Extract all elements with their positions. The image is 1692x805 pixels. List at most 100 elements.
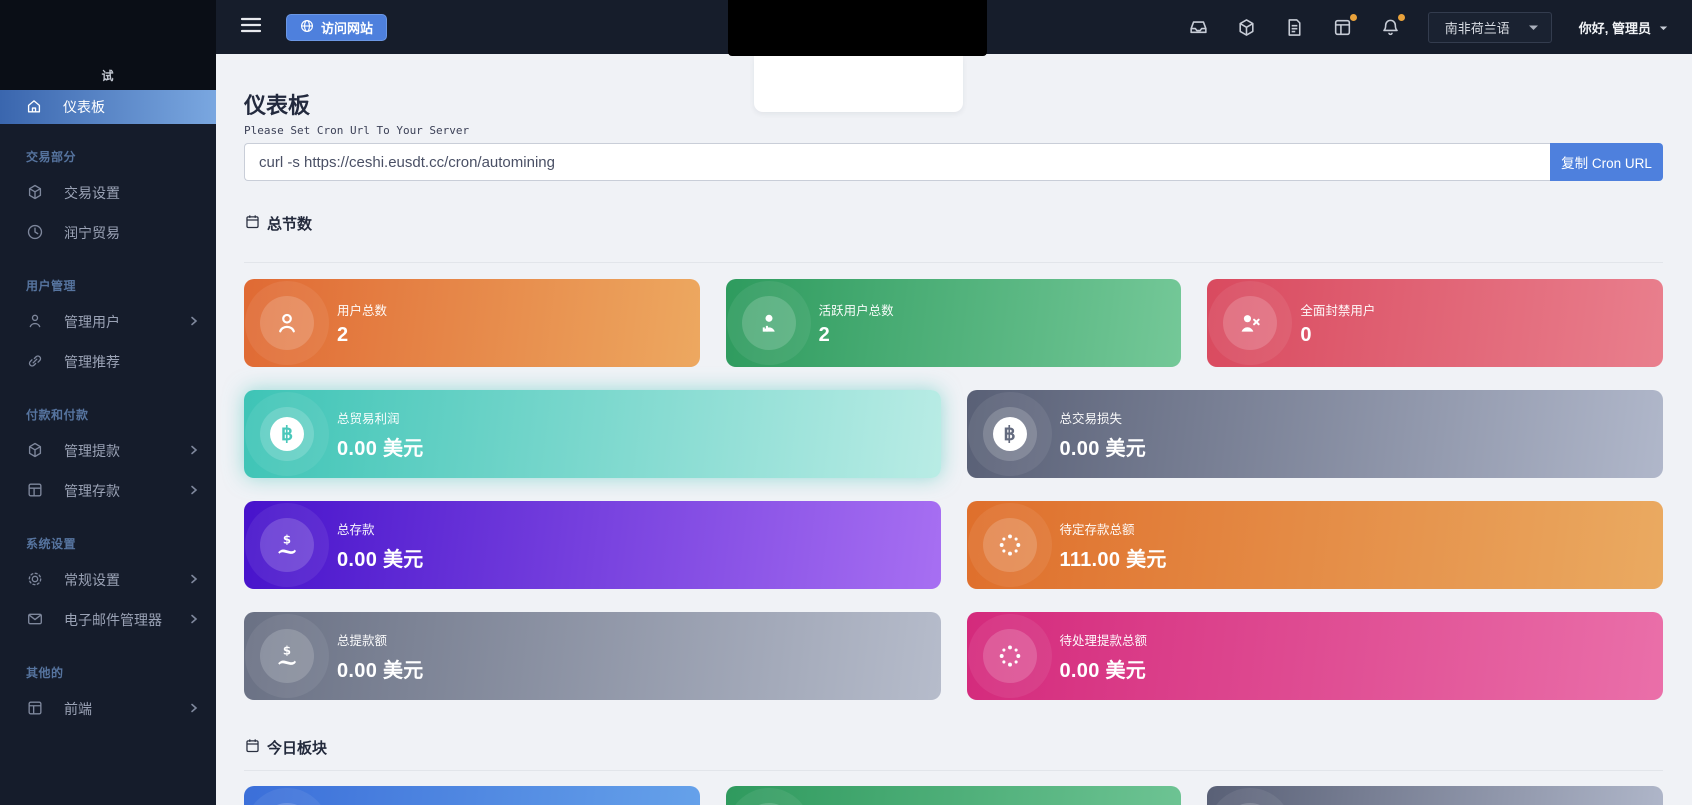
copy-cron-url-button[interactable]: 复制 Cron URL bbox=[1550, 143, 1663, 181]
stat-card-total-users: 用户总数 2 bbox=[244, 279, 700, 367]
today-stats-row bbox=[244, 786, 1663, 805]
hand-dollar-icon: $ bbox=[260, 518, 314, 572]
stat-value: 2 bbox=[819, 324, 894, 347]
sidebar-item-label: 仪表板 bbox=[63, 97, 105, 117]
section-title: 总节数 bbox=[267, 213, 312, 234]
chevron-down-icon bbox=[1528, 20, 1539, 35]
stat-value: 0.00 美元 bbox=[1060, 432, 1147, 461]
stat-value: 111.00 美元 bbox=[1060, 543, 1167, 572]
mail-icon bbox=[26, 610, 44, 631]
stat-value: 2 bbox=[337, 324, 387, 347]
home-icon bbox=[25, 97, 43, 118]
sidebar-item-trade-settings[interactable]: 交易设置 bbox=[0, 173, 216, 213]
bell-icon[interactable] bbox=[1380, 17, 1401, 38]
frontend-sections-icon[interactable] bbox=[1332, 17, 1353, 38]
section-header-totals: 总节数 bbox=[244, 214, 1663, 232]
stat-value: 0.00 美元 bbox=[337, 432, 424, 461]
chevron-right-icon bbox=[188, 314, 200, 330]
stat-label: 总交易损失 bbox=[1060, 408, 1147, 427]
sidebar-section-trading: 交易部分 bbox=[0, 148, 216, 163]
section-header-today: 今日板块 bbox=[244, 738, 1663, 756]
sidebar-item-label: 管理提款 bbox=[64, 441, 168, 461]
sidebar-item-label: 润宁贸易 bbox=[64, 223, 200, 243]
stat-label: 总贸易利润 bbox=[337, 408, 424, 427]
sidebar-item-manage-users[interactable]: 管理用户 bbox=[0, 302, 216, 342]
language-selector[interactable]: 南非荷兰语 bbox=[1428, 12, 1552, 43]
stat-label: 待处理提款总额 bbox=[1060, 630, 1148, 649]
table-icon bbox=[26, 481, 44, 502]
gear-icon bbox=[26, 570, 44, 591]
today-card-3 bbox=[1207, 786, 1663, 805]
stats-row-1: 用户总数 2 活跃用户总数 2 全面封禁用户 0 bbox=[244, 279, 1663, 367]
chevron-down-icon bbox=[1659, 20, 1668, 35]
sidebar-item-label: 管理存款 bbox=[64, 481, 168, 501]
stat-label: 活跃用户总数 bbox=[819, 300, 894, 319]
today-card-1 bbox=[244, 786, 700, 805]
today-card-2 bbox=[726, 786, 1182, 805]
hamburger-menu-icon[interactable] bbox=[240, 17, 262, 38]
spinner-icon bbox=[983, 629, 1037, 683]
sidebar-item-label: 前端 bbox=[64, 699, 168, 719]
user-active-icon bbox=[742, 296, 796, 350]
sidebar-item-trading[interactable]: 润宁贸易 bbox=[0, 213, 216, 253]
sidebar-item-manage-deposits[interactable]: 管理存款 bbox=[0, 471, 216, 511]
stat-card-pending-deposits: 待定存款总额 111.00 美元 bbox=[967, 501, 1664, 589]
stat-card-total-withdrawals: $ 总提款额 0.00 美元 bbox=[244, 612, 941, 700]
stat-card-active-users: 活跃用户总数 2 bbox=[726, 279, 1182, 367]
sidebar-item-dashboard[interactable]: 仪表板 bbox=[0, 90, 216, 124]
sidebar-item-manage-withdrawals[interactable]: 管理提款 bbox=[0, 431, 216, 471]
sidebar-item-label: 常规设置 bbox=[64, 570, 168, 590]
stats-row-3: $ 总存款 0.00 美元 待定存款总额 111.00 美元 bbox=[244, 501, 1663, 589]
user-outline-icon bbox=[260, 296, 314, 350]
stat-label: 总存款 bbox=[337, 519, 424, 538]
sidebar-item-email-manager[interactable]: 电子邮件管理器 bbox=[0, 600, 216, 640]
bitcoin-icon: ฿ bbox=[260, 407, 314, 461]
stat-card-banned-users: 全面封禁用户 0 bbox=[1207, 279, 1663, 367]
stat-label: 总提款额 bbox=[337, 630, 424, 649]
stats-row-4: $ 总提款额 0.00 美元 待处理提款总额 0.00 美元 bbox=[244, 612, 1663, 700]
sidebar-item-frontend[interactable]: 前端 bbox=[0, 689, 216, 729]
sidebar-item-label: 电子邮件管理器 bbox=[64, 610, 168, 630]
bitcoin-icon: ฿ bbox=[983, 407, 1037, 461]
spinner-icon bbox=[983, 518, 1037, 572]
globe-icon bbox=[300, 19, 314, 36]
sidebar-section-other: 其他的 bbox=[0, 664, 216, 679]
user-menu[interactable]: 你好, 管理员 bbox=[1579, 18, 1668, 37]
cube-icon bbox=[26, 183, 44, 204]
logo-card bbox=[754, 56, 963, 112]
stat-label: 用户总数 bbox=[337, 300, 387, 319]
sidebar-item-label: 管理用户 bbox=[64, 312, 168, 332]
stat-value: 0.00 美元 bbox=[337, 543, 424, 572]
inbox-icon[interactable] bbox=[1188, 17, 1209, 38]
sidebar-item-manage-referrals[interactable]: 管理推荐 bbox=[0, 342, 216, 382]
hand-dollar-icon: $ bbox=[260, 629, 314, 683]
divider bbox=[244, 770, 1663, 771]
svg-text:$: $ bbox=[283, 644, 291, 658]
user-x-icon bbox=[1223, 296, 1277, 350]
language-selected-label: 南非荷兰语 bbox=[1445, 18, 1510, 37]
sidebar-item-general-settings[interactable]: 常规设置 bbox=[0, 560, 216, 600]
stat-label: 待定存款总额 bbox=[1060, 519, 1167, 538]
stats-row-2: ฿ 总贸易利润 0.00 美元 ฿ 总交易损失 0.00 美元 bbox=[244, 390, 1663, 478]
visit-site-button[interactable]: 访问网站 bbox=[286, 14, 387, 41]
sidebar-logo-area: 试 bbox=[0, 0, 216, 90]
package-icon[interactable] bbox=[1236, 17, 1257, 38]
cron-url-input[interactable] bbox=[244, 143, 1550, 181]
cron-hint-label: Please Set Cron Url To Your Server bbox=[244, 124, 1663, 138]
sidebar: 试 仪表板 交易部分 交易设置 润宁贸易 用户管理 管理用户 管理推荐 付款和付… bbox=[0, 0, 216, 805]
visit-site-label: 访问网站 bbox=[321, 18, 373, 37]
logo-subtitle: 试 bbox=[0, 67, 216, 84]
stat-card-trade-profit: ฿ 总贸易利润 0.00 美元 bbox=[244, 390, 941, 478]
stat-value: 0 bbox=[1300, 324, 1375, 347]
sidebar-item-label: 交易设置 bbox=[64, 183, 200, 203]
sidebar-section-users: 用户管理 bbox=[0, 277, 216, 292]
stat-label: 全面封禁用户 bbox=[1300, 300, 1375, 319]
stat-value: 0.00 美元 bbox=[337, 654, 424, 683]
sidebar-item-label: 管理推荐 bbox=[64, 352, 200, 372]
notification-dot bbox=[1398, 14, 1405, 21]
chevron-right-icon bbox=[188, 701, 200, 717]
stat-card-pending-withdrawals: 待处理提款总额 0.00 美元 bbox=[967, 612, 1664, 700]
layout-icon bbox=[26, 699, 44, 720]
document-icon[interactable] bbox=[1284, 17, 1305, 38]
chevron-right-icon bbox=[188, 443, 200, 459]
